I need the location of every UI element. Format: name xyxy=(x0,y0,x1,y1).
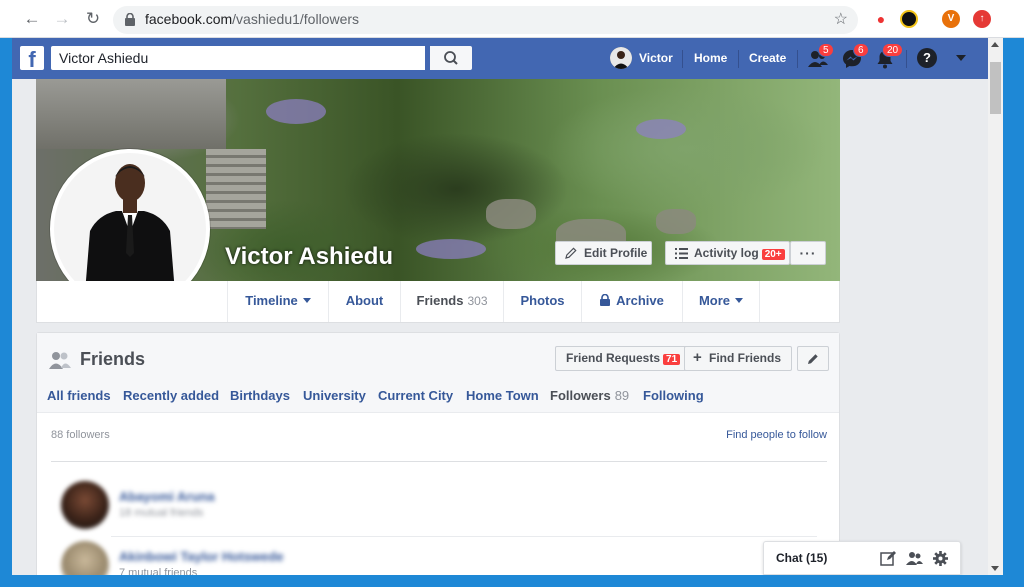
subtab-followers[interactable]: Followers 89 xyxy=(550,388,629,403)
subtab-home-town[interactable]: Home Town xyxy=(466,388,539,403)
tab-photos[interactable]: Photos xyxy=(503,281,581,322)
activity-badge: 20+ xyxy=(761,249,785,260)
facebook-logo-icon[interactable]: f xyxy=(20,46,44,70)
chat-label[interactable]: Chat (15) xyxy=(776,551,827,565)
subtab-all-friends[interactable]: All friends xyxy=(47,388,111,403)
search-icon xyxy=(444,51,458,65)
activity-log-label: Activity log xyxy=(694,246,759,260)
subtab-birthdays[interactable]: Birthdays xyxy=(230,388,290,403)
help-icon[interactable]: ? xyxy=(917,48,937,68)
nav-divider xyxy=(906,50,907,68)
profile-avatar[interactable]: V xyxy=(942,10,960,28)
find-friends-button[interactable]: + Find Friends xyxy=(684,346,792,371)
friend-requests-badge: 5 xyxy=(818,43,834,57)
new-group-icon[interactable] xyxy=(906,550,923,567)
cover-flowers xyxy=(636,119,686,139)
mutual-friends: 18 mutual friends xyxy=(119,507,204,519)
tab-about[interactable]: About xyxy=(328,281,400,322)
subtab-current-city[interactable]: Current City xyxy=(378,388,453,403)
back-icon[interactable]: ← xyxy=(22,9,42,29)
divider xyxy=(51,461,827,462)
tab-archive[interactable]: Archive xyxy=(581,281,682,322)
update-icon[interactable]: ↑ xyxy=(973,10,991,28)
cover-flowers xyxy=(266,99,326,124)
list-icon xyxy=(675,248,688,259)
divider xyxy=(111,536,817,537)
list-item[interactable]: Abayomi Aruna 18 mutual friends xyxy=(51,479,811,535)
extension-globe-icon[interactable] xyxy=(900,10,918,28)
chevron-down-icon xyxy=(302,298,311,303)
profile-tabs: Timeline About Friends 303 Photos Archive… xyxy=(36,281,840,323)
nav-divider xyxy=(738,50,739,68)
lock-icon xyxy=(125,13,135,26)
facebook-header: f Victor Home Create 5 6 20 ? xyxy=(12,38,988,79)
bookmark-star-icon[interactable]: ☆ xyxy=(834,9,848,29)
pencil-icon xyxy=(808,354,818,364)
extension-icon[interactable]: ● xyxy=(872,10,890,28)
friend-requests-count-badge: 71 xyxy=(663,354,681,365)
url-text: facebook.com/vashiedu1/followers xyxy=(145,11,360,27)
address-bar[interactable]: facebook.com/vashiedu1/followers ☆ xyxy=(113,6,858,34)
find-people-link[interactable]: Find people to follow xyxy=(726,429,827,441)
friends-icon xyxy=(49,352,71,369)
chevron-down-icon xyxy=(735,298,744,303)
scroll-up-arrow-icon[interactable] xyxy=(991,42,999,47)
cover-flowers xyxy=(416,239,486,259)
reload-icon[interactable]: ↻ xyxy=(83,9,103,29)
profile-name[interactable]: Victor Ashiedu xyxy=(225,243,393,271)
browser-toolbar: ← → ↻ facebook.com/vashiedu1/followers ☆… xyxy=(0,0,1024,38)
friend-requests-button[interactable]: Friend Requests 71 xyxy=(555,346,692,371)
cover-stairs xyxy=(206,149,266,229)
edit-profile-label: Edit Profile xyxy=(584,246,648,260)
profile-page: Victor Ashiedu Edit Profile Activity log… xyxy=(12,79,988,587)
edit-friends-button[interactable] xyxy=(797,346,829,371)
plus-icon: + xyxy=(693,349,702,366)
messages-badge: 6 xyxy=(853,43,869,57)
subtab-following[interactable]: Following xyxy=(643,388,704,403)
account-menu-chevron-down-icon[interactable] xyxy=(956,55,966,61)
chat-bar[interactable]: Chat (15) xyxy=(763,541,961,575)
more-options-button[interactable]: ··· xyxy=(790,241,826,265)
edit-profile-button[interactable]: Edit Profile xyxy=(555,241,652,265)
gear-icon[interactable] xyxy=(932,550,949,567)
nav-divider xyxy=(682,50,683,68)
avatar[interactable] xyxy=(61,481,109,529)
scroll-down-arrow-icon[interactable] xyxy=(991,566,999,571)
notifications-badge: 20 xyxy=(882,43,904,57)
desktop-background xyxy=(0,575,1024,587)
scrollbar-thumb[interactable] xyxy=(990,62,1001,114)
avatar[interactable] xyxy=(610,47,632,69)
nav-divider xyxy=(797,50,798,68)
home-link[interactable]: Home xyxy=(694,51,727,65)
search-button[interactable] xyxy=(430,46,472,70)
cover-house xyxy=(36,79,226,149)
cover-rock xyxy=(486,199,536,229)
follower-name[interactable]: Abayomi Aruna xyxy=(119,489,215,504)
create-link[interactable]: Create xyxy=(749,51,786,65)
follower-name[interactable]: Akinbowi Taylor Hotswede xyxy=(119,549,283,564)
friends-card: Friends Friend Requests 71 + Find Friends… xyxy=(36,332,840,587)
pencil-icon xyxy=(565,247,577,259)
subtab-university[interactable]: University xyxy=(303,388,366,403)
cover-rock xyxy=(656,209,696,234)
search-input[interactable] xyxy=(51,46,425,70)
forward-icon[interactable]: → xyxy=(52,9,72,29)
page-scrollbar[interactable] xyxy=(988,38,1003,587)
activity-log-button[interactable]: Activity log 20+ xyxy=(665,241,790,265)
compose-icon[interactable] xyxy=(880,550,897,567)
followers-count: 88 followers xyxy=(51,429,110,441)
tab-friends[interactable]: Friends 303 xyxy=(400,281,503,322)
tab-more[interactable]: More xyxy=(682,281,760,322)
tab-timeline[interactable]: Timeline xyxy=(227,281,328,322)
friends-title: Friends xyxy=(80,349,146,369)
profile-link[interactable]: Victor xyxy=(639,51,673,65)
lock-icon xyxy=(600,294,611,306)
subtab-recently-added[interactable]: Recently added xyxy=(123,388,219,403)
friends-card-header: Friends Friend Requests 71 + Find Friends… xyxy=(37,333,839,413)
